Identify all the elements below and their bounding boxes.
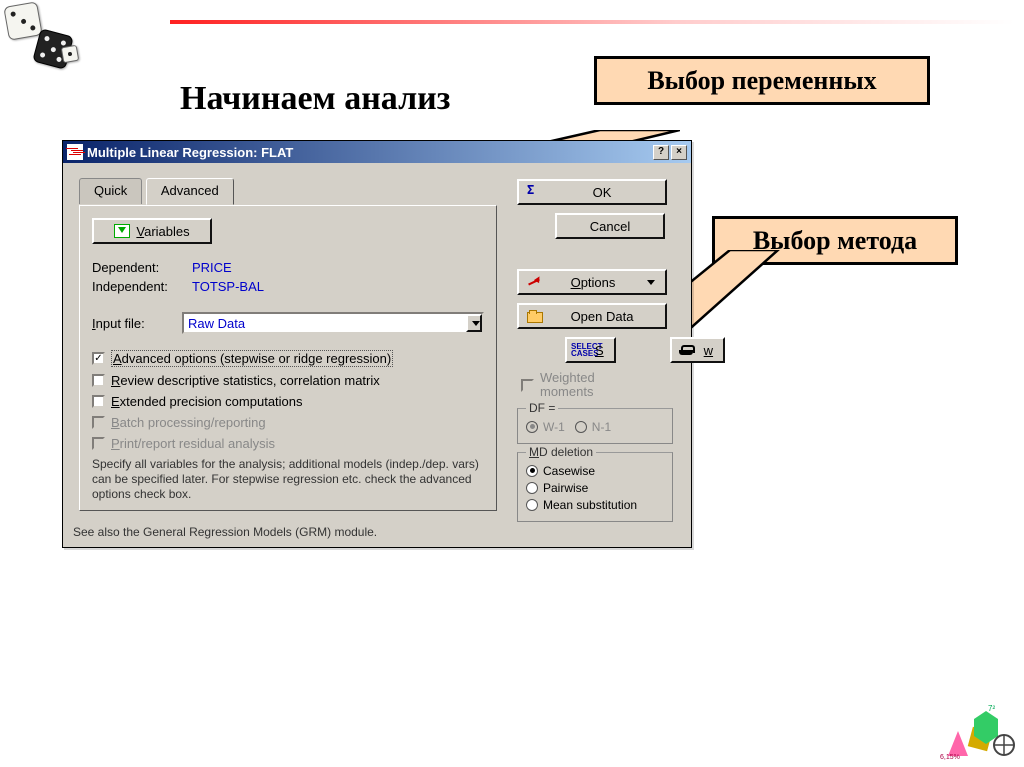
- variables-button-label: ariables: [144, 224, 190, 239]
- open-data-button[interactable]: Open Data: [517, 303, 667, 329]
- help-button[interactable]: ?: [653, 145, 669, 160]
- cancel-label: Cancel: [590, 219, 630, 234]
- app-icon: [67, 144, 83, 160]
- ok-label: OK: [549, 185, 655, 200]
- svg-text:6,15%: 6,15%: [940, 754, 960, 761]
- titlebar[interactable]: Multiple Linear Regression: FLAT ? ×: [63, 141, 691, 163]
- radio-icon: [526, 465, 538, 477]
- md-legend: MD deletion: [526, 445, 596, 459]
- options-icon: [527, 275, 543, 289]
- svg-text:7²: 7²: [988, 704, 995, 713]
- radio-icon: [526, 482, 538, 494]
- variables-button[interactable]: Variables: [92, 218, 212, 244]
- input-file-combo[interactable]: Raw Data: [182, 312, 484, 334]
- cancel-button[interactable]: Cancel: [555, 213, 665, 239]
- summary-icon: [527, 185, 543, 199]
- radio-md-pairwise[interactable]: Pairwise: [526, 481, 664, 495]
- combo-dropdown-button[interactable]: [466, 314, 482, 332]
- dialog-right-column: OK Cancel Options Open Data SELEC: [507, 171, 683, 522]
- checkbox-icon: [92, 395, 105, 408]
- independent-value: TOTSP-BAL: [192, 279, 264, 294]
- df-legend: DF =: [526, 401, 558, 415]
- radio-df-n1: N-1: [575, 420, 611, 434]
- chk-advanced-options[interactable]: ✓ Advanced options (stepwise or ridge re…: [92, 350, 484, 367]
- tab-quick[interactable]: Quick: [79, 178, 142, 204]
- weight-icon: [678, 343, 694, 357]
- chk-review-stats[interactable]: Review descriptive statistics, correlati…: [92, 373, 484, 388]
- close-button[interactable]: ×: [671, 145, 687, 160]
- options-button[interactable]: Options: [517, 269, 667, 295]
- input-file-value: Raw Data: [184, 316, 466, 331]
- group-df: DF = W-1 N-1: [517, 408, 673, 444]
- geometry-decor: 7² 6,15%: [938, 701, 1018, 761]
- radio-md-casewise[interactable]: Casewise: [526, 464, 664, 478]
- independent-label: Independent:: [92, 279, 192, 294]
- footer-note: See also the General Regression Models (…: [63, 519, 691, 547]
- group-md-deletion: MD deletion Casewise Pairwise Mean subst…: [517, 452, 673, 522]
- tab-page: Variables Dependent: PRICE Independent: …: [79, 205, 497, 511]
- checkbox-icon: [92, 416, 105, 429]
- weight-button[interactable]: w: [670, 337, 725, 363]
- dice-decor: [6, 4, 96, 84]
- select-cases-icon: SELECTCASES: [571, 343, 587, 357]
- window-title: Multiple Linear Regression: FLAT: [87, 145, 293, 160]
- tab-advanced[interactable]: Advanced: [146, 178, 234, 205]
- hint-text: Specify all variables for the analysis; …: [92, 457, 484, 502]
- select-cases-button[interactable]: SELECTCASES S: [565, 337, 616, 363]
- chk-weighted-moments: Weightedmoments: [521, 371, 673, 400]
- checkbox-icon: ✓: [92, 352, 105, 365]
- chevron-down-icon: [647, 280, 655, 285]
- variables-icon: [114, 224, 130, 238]
- checkbox-icon: [521, 379, 534, 392]
- radio-md-mean[interactable]: Mean substitution: [526, 498, 664, 512]
- chk-extended-precision[interactable]: Extended precision computations: [92, 394, 484, 409]
- dependent-label: Dependent:: [92, 260, 192, 275]
- radio-icon: [575, 421, 587, 433]
- callout-variables: Выбор переменных: [594, 56, 930, 105]
- checkbox-icon: [92, 374, 105, 387]
- input-file-label: Input file:: [92, 316, 164, 331]
- radio-icon: [526, 421, 538, 433]
- chevron-down-icon: [472, 321, 480, 326]
- ok-button[interactable]: OK: [517, 179, 667, 205]
- chk-batch-processing: Batch processing/reporting: [92, 415, 484, 430]
- slide-title: Начинаем анализ: [180, 80, 450, 118]
- chk-print-residual: Print/report residual analysis: [92, 436, 484, 451]
- checkbox-icon: [92, 437, 105, 450]
- radio-df-w1: W-1: [526, 420, 565, 434]
- radio-icon: [526, 499, 538, 511]
- regression-dialog: Multiple Linear Regression: FLAT ? × Qui…: [62, 140, 692, 548]
- top-gradient-rule: [170, 20, 1014, 24]
- dependent-value: PRICE: [192, 260, 232, 275]
- folder-open-icon: [527, 309, 543, 323]
